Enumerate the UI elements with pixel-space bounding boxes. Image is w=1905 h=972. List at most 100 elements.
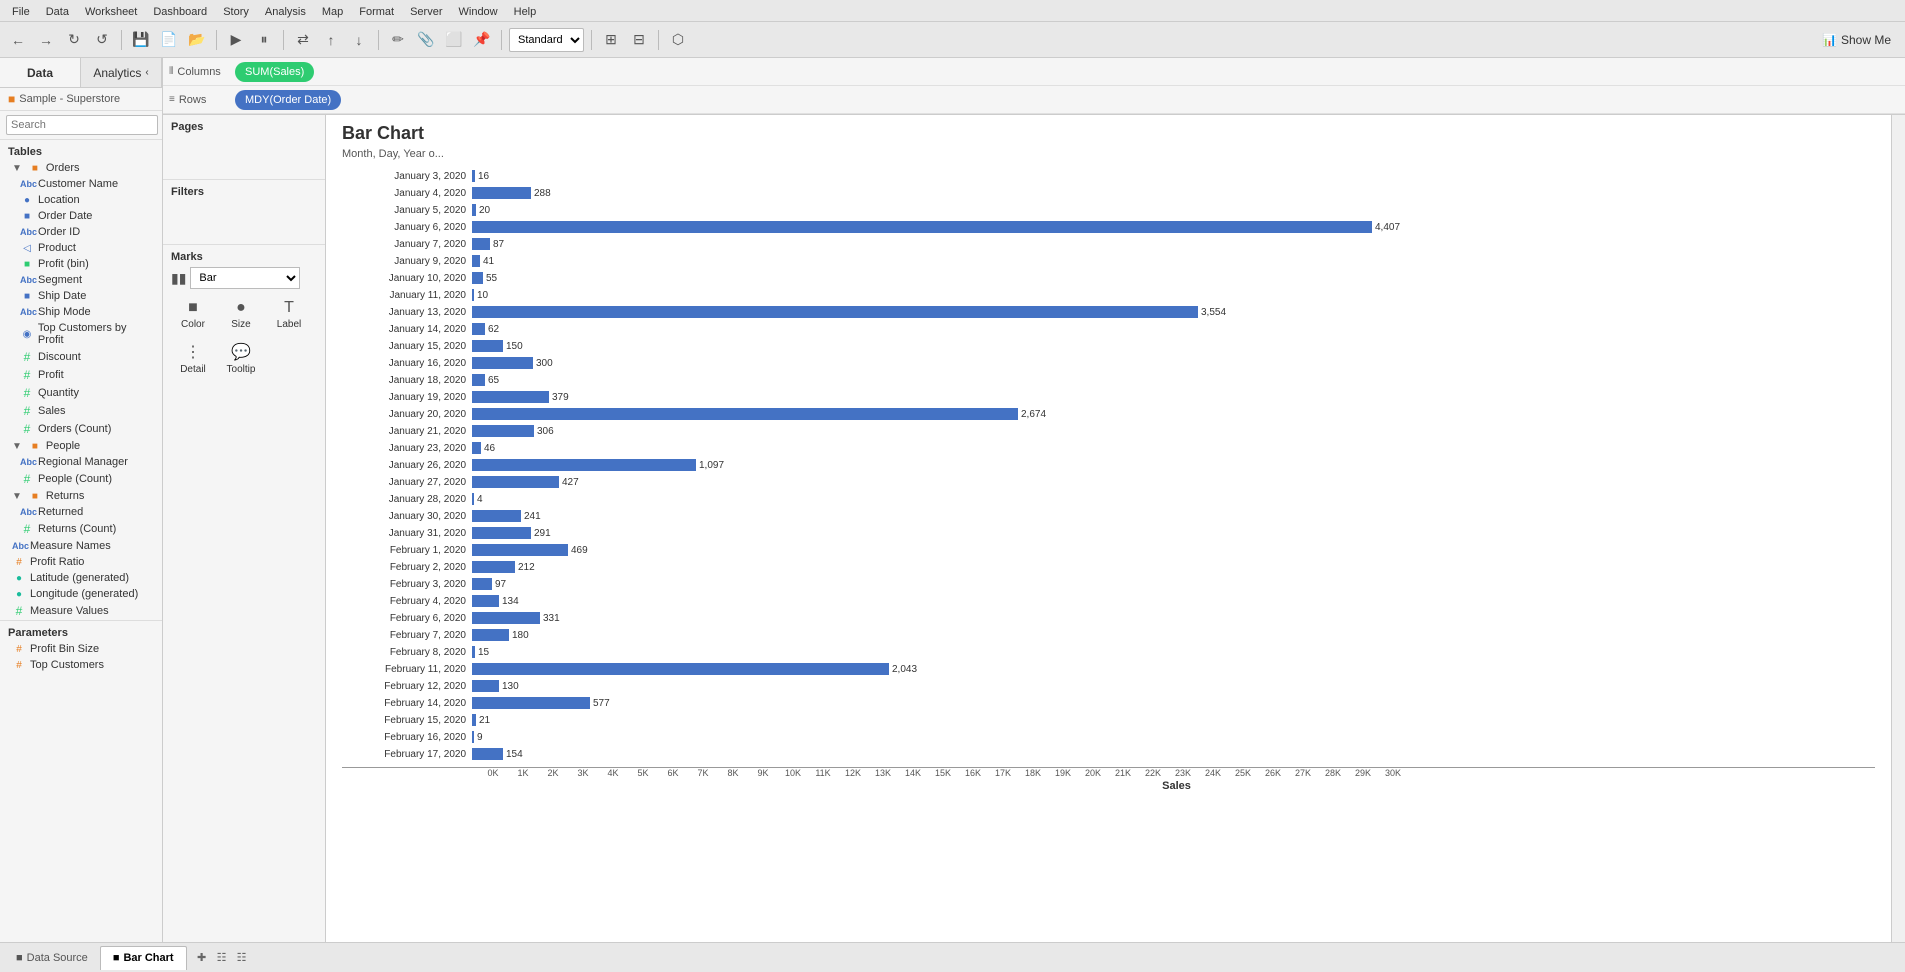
back-button[interactable]: ← [6,28,30,52]
bar-fill[interactable] [472,374,485,386]
bar-fill[interactable] [472,289,474,301]
field-measure-names[interactable]: Abc Measure Names [0,538,162,554]
field-returned[interactable]: Abc Returned [0,504,162,520]
field-latitude[interactable]: ● Latitude (generated) [0,570,162,586]
bar-fill[interactable] [472,595,499,607]
color-button[interactable]: ■ Color [171,295,215,334]
field-measure-values[interactable]: # Measure Values [0,602,162,620]
bar-fill[interactable] [472,544,568,556]
sort-asc-button[interactable]: ↑ [319,28,343,52]
present-button[interactable]: ▶ [224,28,248,52]
size-button[interactable]: ● Size [219,295,263,334]
field-profit-ratio[interactable]: # Profit Ratio [0,554,162,570]
menu-item-data[interactable]: Data [38,4,77,20]
bar-fill[interactable] [472,170,475,182]
open-button[interactable]: 📂 [185,28,209,52]
right-scrollbar[interactable] [1891,115,1905,942]
field-customer-name[interactable]: Abc Customer Name [0,176,162,192]
menu-item-story[interactable]: Story [215,4,257,20]
returns-section-header[interactable]: ▼ ■ Returns [0,488,162,504]
menu-item-worksheet[interactable]: Worksheet [77,4,145,20]
field-sales[interactable]: # Sales [0,402,162,420]
data-tab[interactable]: Data [0,58,81,87]
orders-collapse[interactable]: ▼ [12,163,22,174]
bar-fill[interactable] [472,204,476,216]
people-section-header[interactable]: ▼ ■ People [0,438,162,454]
bar-fill[interactable] [472,306,1198,318]
field-segment[interactable]: Abc Segment [0,272,162,288]
bar-fill[interactable] [472,357,533,369]
bar-fill[interactable] [472,561,515,573]
bar-fill[interactable] [472,748,503,760]
bar-fill[interactable] [472,272,483,284]
new-button[interactable]: 📄 [157,28,181,52]
bar-fill[interactable] [472,493,474,505]
menu-item-server[interactable]: Server [402,4,450,20]
orders-section-header[interactable]: ▼ ■ Orders [0,160,162,176]
bar-fill[interactable] [472,255,480,267]
field-people-count[interactable]: # People (Count) [0,470,162,488]
field-orders-count[interactable]: # Orders (Count) [0,420,162,438]
highlight-button[interactable]: ✏ [386,28,410,52]
bar-fill[interactable] [472,476,559,488]
field-discount[interactable]: # Discount [0,348,162,366]
tooltip-button[interactable]: 💬 Tooltip [219,338,263,379]
menu-item-help[interactable]: Help [506,4,545,20]
bar-fill[interactable] [472,340,503,352]
annotations-button[interactable]: 📎 [414,28,438,52]
field-top-customers[interactable]: ◉ Top Customers by Profit [0,320,162,348]
field-profit-bin[interactable]: ■ Profit (bin) [0,256,162,272]
bar-fill[interactable] [472,612,540,624]
field-regional-manager[interactable]: Abc Regional Manager [0,454,162,470]
grid-view-button[interactable]: ⊞ [599,28,623,52]
bar-fill[interactable] [472,459,696,471]
bar-fill[interactable] [472,714,476,726]
field-profit[interactable]: # Profit [0,366,162,384]
field-location[interactable]: ● Location [0,192,162,208]
bar-fill[interactable] [472,680,499,692]
bar-fill[interactable] [472,629,509,641]
field-ship-date[interactable]: ■ Ship Date [0,288,162,304]
pause-button[interactable]: ⏸ [252,28,276,52]
bar-fill[interactable] [472,527,531,539]
bar-fill[interactable] [472,663,889,675]
bar-fill[interactable] [472,442,481,454]
returns-collapse[interactable]: ▼ [12,491,22,502]
table-view-button[interactable]: ⊟ [627,28,651,52]
tooltip-button[interactable]: ⬜ [442,28,466,52]
bar-fill[interactable] [472,408,1018,420]
label-button[interactable]: T Label [267,295,311,334]
rows-pill[interactable]: MDY(Order Date) [235,90,341,110]
standard-dropdown[interactable]: Standard [509,28,584,52]
bar-fill[interactable] [472,646,475,658]
save-button[interactable]: 💾 [129,28,153,52]
menu-item-map[interactable]: Map [314,4,351,20]
field-returns-count[interactable]: # Returns (Count) [0,520,162,538]
analytics-tab[interactable]: Analytics ‹ [81,58,162,87]
field-ship-mode[interactable]: Abc Ship Mode [0,304,162,320]
pin-button[interactable]: 📌 [470,28,494,52]
menu-item-window[interactable]: Window [451,4,506,20]
columns-pill[interactable]: SUM(Sales) [235,62,314,82]
share-button[interactable]: ⬡ [666,28,690,52]
add-sheet-button[interactable]: ✚ [193,949,211,967]
people-collapse[interactable]: ▼ [12,441,22,452]
show-me-button[interactable]: 📊 Show Me [1814,29,1899,51]
field-quantity[interactable]: # Quantity [0,384,162,402]
field-profit-bin-size[interactable]: # Profit Bin Size [0,641,162,657]
bar-fill[interactable] [472,238,490,250]
menu-item-analysis[interactable]: Analysis [257,4,314,20]
bar-fill[interactable] [472,187,531,199]
marks-type-dropdown[interactable]: Bar [190,267,300,289]
search-input[interactable] [6,115,158,135]
sort-desc-button[interactable]: ↓ [347,28,371,52]
bar-fill[interactable] [472,323,485,335]
undo-button[interactable]: ↻ [62,28,86,52]
forward-button[interactable]: → [34,28,58,52]
bar-fill[interactable] [472,697,590,709]
bar-chart-tab[interactable]: ■ Bar Chart [100,946,187,970]
field-order-date[interactable]: ■ Order Date [0,208,162,224]
bar-fill[interactable] [472,731,474,743]
bar-fill[interactable] [472,510,521,522]
sort-sheets-button[interactable]: ☷ [233,949,251,967]
